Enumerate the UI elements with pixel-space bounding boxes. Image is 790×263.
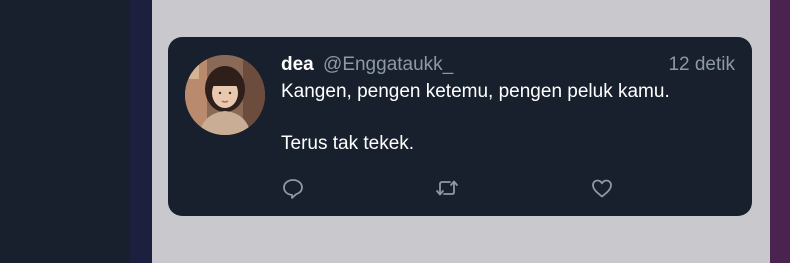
right-accent-strip: [770, 0, 790, 263]
left-edge-strip: [130, 0, 152, 263]
heart-icon: [592, 179, 612, 198]
display-name[interactable]: dea: [281, 54, 314, 75]
tweet-actions: [281, 176, 735, 200]
reply-button[interactable]: [281, 176, 305, 200]
retweet-button[interactable]: [435, 176, 459, 200]
left-background: [0, 0, 130, 263]
user-handle[interactable]: @Enggataukk_: [323, 54, 453, 75]
timestamp[interactable]: 12 detik: [668, 53, 735, 77]
tweet-text: Kangen, pengen ketemu, pengen peluk kamu…: [281, 81, 670, 154]
tweet-card[interactable]: dea @Enggataukk_ 12 detik Kangen, pengen…: [168, 37, 752, 216]
avatar-photo-icon: [185, 55, 265, 135]
like-button[interactable]: [590, 176, 614, 200]
tweet-header: dea @Enggataukk_ 12 detik: [281, 53, 735, 77]
reply-icon: [283, 179, 303, 199]
avatar[interactable]: [185, 55, 265, 135]
retweet-icon: [436, 180, 458, 196]
screen: dea @Enggataukk_ 12 detik Kangen, pengen…: [0, 0, 790, 263]
